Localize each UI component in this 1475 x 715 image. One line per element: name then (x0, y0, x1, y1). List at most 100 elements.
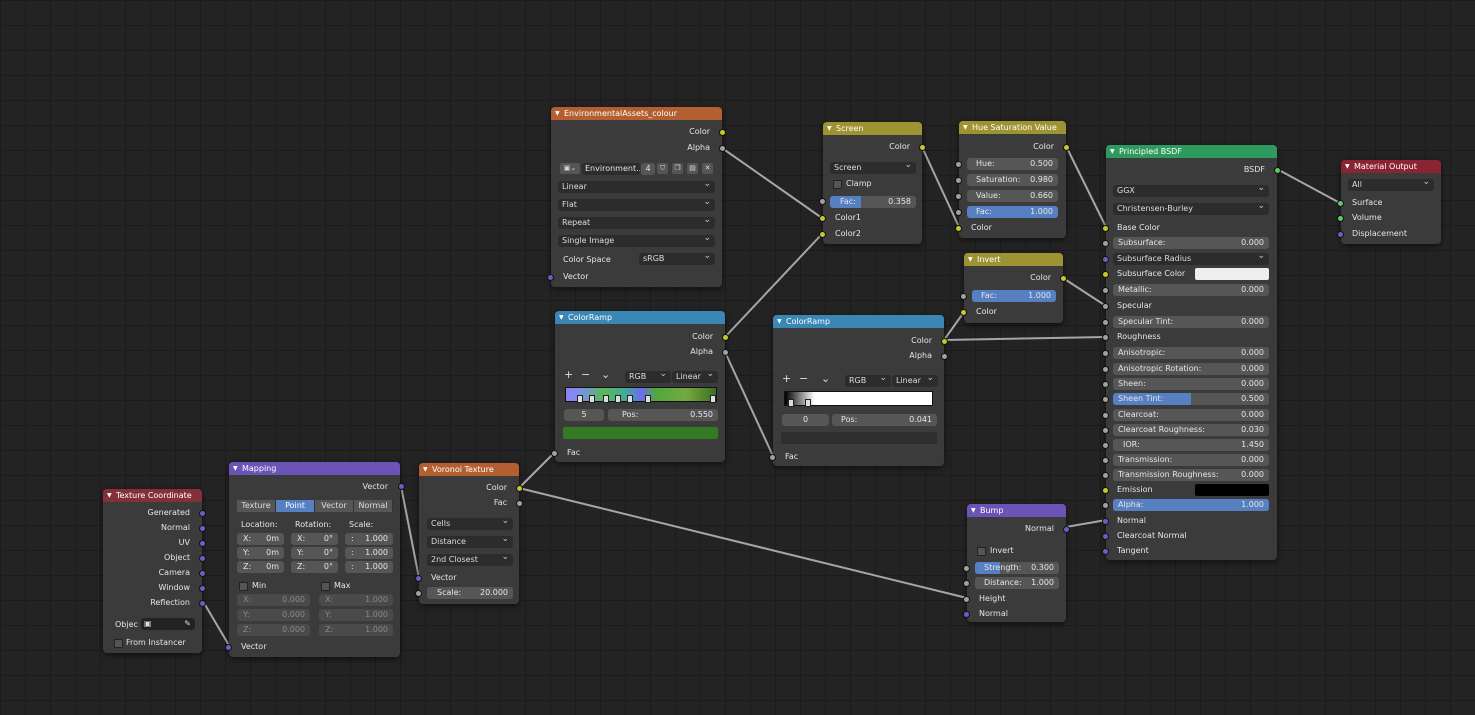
eyedropper-icon[interactable]: ✎ (184, 618, 191, 630)
fac-slider[interactable]: Fac: 1.000 (972, 290, 1056, 302)
clamp-checkbox[interactable] (833, 180, 842, 189)
feature-dropdown[interactable]: Cells (427, 518, 513, 530)
fake-user-shield-icon[interactable]: ⛉ (657, 163, 668, 174)
target-dropdown[interactable]: All (1348, 179, 1434, 191)
material-output-node[interactable]: ▼ Material Output All Surface Volume Disp… (1337, 160, 1441, 244)
color-ramp-gradient[interactable] (565, 387, 717, 403)
color-mode-dropdown[interactable]: RGB (625, 371, 671, 383)
node-header[interactable]: ▼ ColorRamp (773, 315, 944, 328)
ior-field[interactable]: IOR: 1.450 (1113, 439, 1269, 451)
stop-position-field[interactable]: Pos: 0.041 (832, 414, 937, 426)
color-ramp-gradient[interactable] (784, 391, 933, 407)
socket-input-fac[interactable] (960, 293, 967, 300)
socket-uv[interactable] (199, 540, 206, 547)
anisotropic-field[interactable]: Anisotropic: 0.000 (1113, 347, 1269, 359)
voronoi-texture-node[interactable]: ▼ Voronoi Texture Color Fac Cells Distanc… (415, 463, 523, 604)
transmission-field[interactable]: Transmission: 0.000 (1113, 454, 1269, 466)
socket-input-fac[interactable] (551, 450, 558, 457)
socket-input-normal[interactable] (963, 611, 970, 618)
color-mode-dropdown[interactable]: RGB (845, 375, 891, 387)
ramp-stop[interactable] (615, 395, 621, 403)
ramp-stop[interactable] (627, 395, 633, 403)
socket-input-fac[interactable] (955, 209, 962, 216)
collapse-triangle-icon[interactable]: ▼ (423, 463, 428, 476)
collapse-triangle-icon[interactable]: ▼ (559, 311, 564, 324)
type-normal[interactable]: Normal (354, 500, 393, 512)
socket-output-color[interactable] (941, 338, 948, 345)
socket-input-vector[interactable] (225, 644, 232, 651)
socket-output-color[interactable] (516, 485, 523, 492)
ramp-stop[interactable] (603, 395, 609, 403)
image-users-count[interactable]: 4 (641, 163, 655, 175)
environment-image-texture-node[interactable]: ▼ EnvironmentalAssets_colour Color Alpha … (547, 107, 726, 287)
add-stop-plus-icon[interactable]: + (564, 369, 573, 380)
socket-base-color[interactable] (1102, 225, 1109, 232)
collapse-triangle-icon[interactable]: ▼ (107, 489, 112, 502)
socket-input-height[interactable] (963, 596, 970, 603)
socket-subsurface-color[interactable] (1102, 271, 1109, 278)
min-checkbox[interactable] (239, 582, 248, 591)
subsurface-color-swatch[interactable] (1195, 268, 1269, 280)
scale-y[interactable]: :1.000 (345, 547, 393, 559)
clearcoat-field[interactable]: Clearcoat: 0.000 (1113, 409, 1269, 421)
node-header[interactable]: ▼ Bump (967, 504, 1066, 517)
location-x[interactable]: X: 0m (237, 533, 284, 545)
transmission-roughness-field[interactable]: Transmission Roughness: 0.000 (1113, 469, 1269, 481)
socket-input-vector[interactable] (415, 575, 422, 582)
bump-node[interactable]: ▼ Bump Normal Invert Strength: 0.300 Dista… (963, 504, 1070, 622)
node-header[interactable]: ▼ Principled BSDF (1106, 145, 1277, 158)
type-vector[interactable]: Vector (315, 500, 354, 512)
subsurface-method-dropdown[interactable]: Christensen-Burley (1113, 203, 1269, 215)
specular-tint-field[interactable]: Specular Tint: 0.000 (1113, 316, 1269, 328)
socket-output-color[interactable] (719, 129, 726, 136)
socket-output-alpha[interactable] (719, 145, 726, 152)
socket-output-color[interactable] (1060, 275, 1067, 282)
unlink-close-icon[interactable]: ✕ (702, 163, 713, 174)
rotation-x[interactable]: X: 0° (291, 533, 338, 545)
sheen-tint-slider[interactable]: Sheen Tint: 0.500 (1113, 393, 1269, 405)
socket-specular[interactable] (1102, 303, 1109, 310)
source-dropdown[interactable]: Single Image (558, 235, 715, 247)
texture-coordinate-node[interactable]: ▼ Texture Coordinate Generated Normal UV … (103, 489, 206, 653)
node-header[interactable]: ▼ Material Output (1341, 160, 1441, 173)
stop-position-field[interactable]: Pos: 0.550 (608, 409, 718, 421)
stop-color-swatch[interactable] (563, 427, 718, 439)
socket-alpha[interactable] (1102, 502, 1109, 509)
distance-field[interactable]: Distance: 1.000 (975, 577, 1059, 589)
fac-slider[interactable]: Fac: 1.000 (967, 206, 1058, 218)
ramp-menu-chevron-icon[interactable]: ⌄ (821, 373, 830, 384)
socket-reflection[interactable] (199, 600, 206, 607)
collapse-triangle-icon[interactable]: ▼ (827, 122, 832, 135)
socket-volume[interactable] (1337, 215, 1344, 222)
socket-output-fac[interactable] (516, 500, 523, 507)
socket-sheen-tint[interactable] (1102, 396, 1109, 403)
sheen-field[interactable]: Sheen: 0.000 (1113, 378, 1269, 390)
blend-mode-dropdown[interactable]: Screen (830, 162, 916, 174)
socket-anisotropic[interactable] (1102, 350, 1109, 357)
collapse-triangle-icon[interactable]: ▼ (971, 504, 976, 517)
socket-window[interactable] (199, 585, 206, 592)
ramp-stop[interactable] (710, 395, 716, 403)
node-header[interactable]: ▼ Screen (823, 122, 922, 135)
node-header[interactable]: ▼ Hue Saturation Value (959, 121, 1066, 134)
hue-field[interactable]: Hue: 0.500 (967, 158, 1058, 170)
socket-metallic[interactable] (1102, 287, 1109, 294)
from-instancer-checkbox[interactable] (114, 639, 123, 648)
duplicate-icon[interactable]: ❐ (672, 163, 683, 174)
emission-color-swatch[interactable] (1195, 484, 1269, 496)
socket-surface[interactable] (1337, 200, 1344, 207)
socket-input-color[interactable] (960, 309, 967, 316)
ramp-menu-chevron-icon[interactable]: ⌄ (601, 369, 610, 380)
open-folder-icon[interactable]: ▤ (687, 163, 698, 174)
node-header[interactable]: ▼ EnvironmentalAssets_colour (551, 107, 722, 120)
mapping-type-selector[interactable]: Texture Point Vector Normal (237, 500, 393, 512)
socket-input-color[interactable] (955, 225, 962, 232)
node-header[interactable]: ▼ Texture Coordinate (103, 489, 202, 502)
ramp-stop-active[interactable] (645, 395, 651, 403)
min-x[interactable]: X: 0.000 (237, 594, 310, 606)
socket-input-color1[interactable] (819, 215, 826, 222)
remove-stop-minus-icon[interactable]: − (581, 369, 590, 380)
socket-input-vector[interactable] (547, 274, 554, 281)
remove-stop-minus-icon[interactable]: − (799, 373, 808, 384)
scale-z[interactable]: :1.000 (345, 561, 393, 573)
